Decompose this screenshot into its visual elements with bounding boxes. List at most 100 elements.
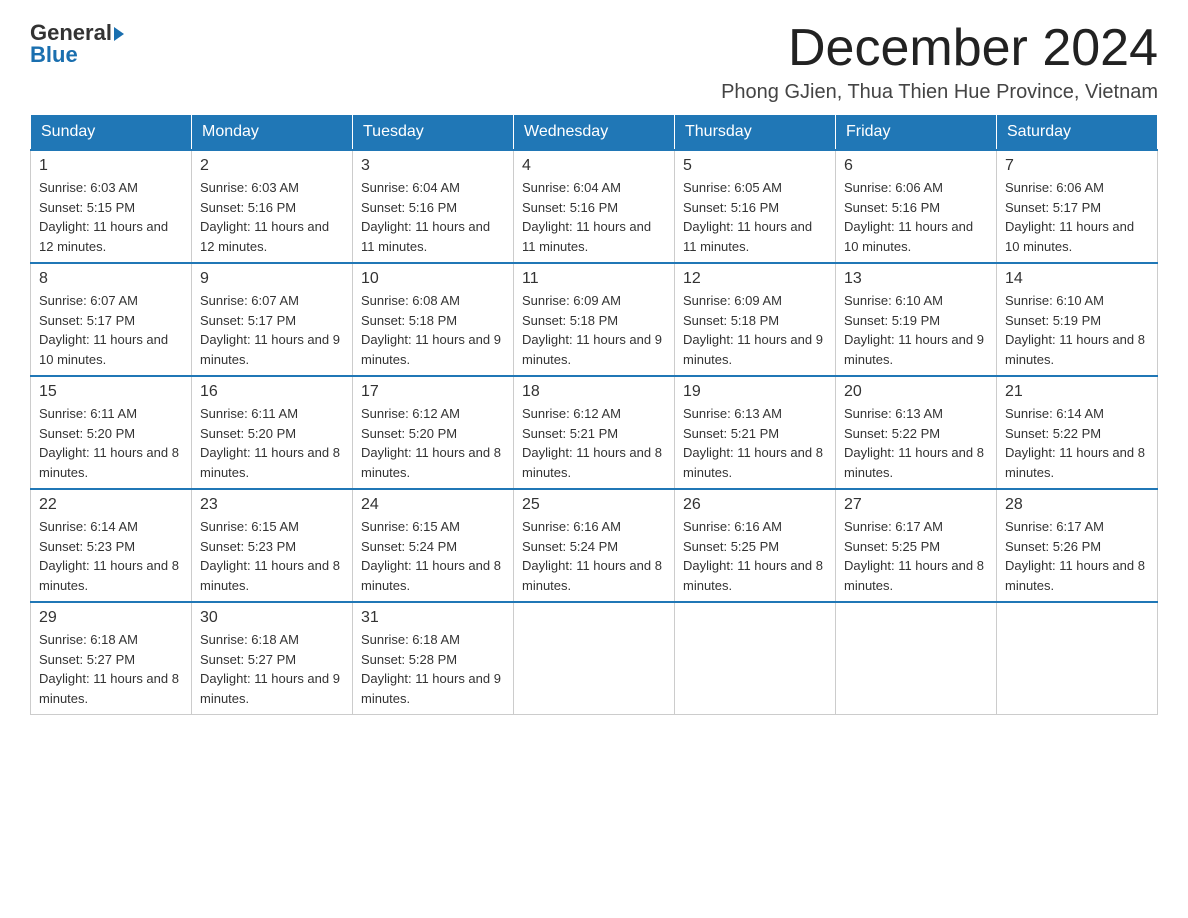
sunrise-text: Sunrise: 6:18 AM [361,632,460,647]
day-number: 24 [361,496,505,514]
sunrise-text: Sunrise: 6:06 AM [844,180,943,195]
day-number: 26 [683,496,827,514]
sunrise-text: Sunrise: 6:03 AM [200,180,299,195]
sunset-text: Sunset: 5:18 PM [361,313,457,328]
sunrise-text: Sunrise: 6:14 AM [1005,406,1104,421]
calendar-cell: 1 Sunrise: 6:03 AM Sunset: 5:15 PM Dayli… [31,150,192,263]
sunrise-text: Sunrise: 6:17 AM [1005,519,1104,534]
day-info: Sunrise: 6:17 AM Sunset: 5:26 PM Dayligh… [1005,517,1149,595]
day-number: 28 [1005,496,1149,514]
sunset-text: Sunset: 5:24 PM [522,539,618,554]
sunset-text: Sunset: 5:28 PM [361,652,457,667]
page-header: General Blue December 2024 Phong GJien, … [30,20,1158,104]
calendar-week-row: 8 Sunrise: 6:07 AM Sunset: 5:17 PM Dayli… [31,263,1158,376]
daylight-text: Daylight: 11 hours and 10 minutes. [844,219,973,254]
daylight-text: Daylight: 11 hours and 10 minutes. [1005,219,1134,254]
calendar-cell: 4 Sunrise: 6:04 AM Sunset: 5:16 PM Dayli… [514,150,675,263]
day-info: Sunrise: 6:04 AM Sunset: 5:16 PM Dayligh… [522,178,666,256]
day-number: 31 [361,609,505,627]
calendar-cell: 14 Sunrise: 6:10 AM Sunset: 5:19 PM Dayl… [997,263,1158,376]
daylight-text: Daylight: 11 hours and 9 minutes. [683,332,823,367]
day-info: Sunrise: 6:15 AM Sunset: 5:24 PM Dayligh… [361,517,505,595]
calendar-cell: 8 Sunrise: 6:07 AM Sunset: 5:17 PM Dayli… [31,263,192,376]
daylight-text: Daylight: 11 hours and 9 minutes. [522,332,662,367]
calendar-table: SundayMondayTuesdayWednesdayThursdayFrid… [30,114,1158,715]
day-number: 3 [361,157,505,175]
sunset-text: Sunset: 5:25 PM [683,539,779,554]
sunset-text: Sunset: 5:20 PM [39,426,135,441]
day-info: Sunrise: 6:08 AM Sunset: 5:18 PM Dayligh… [361,291,505,369]
daylight-text: Daylight: 11 hours and 12 minutes. [200,219,329,254]
sunset-text: Sunset: 5:16 PM [844,200,940,215]
location-text: Phong GJien, Thua Thien Hue Province, Vi… [721,81,1158,104]
daylight-text: Daylight: 11 hours and 9 minutes. [361,671,501,706]
calendar-cell: 24 Sunrise: 6:15 AM Sunset: 5:24 PM Dayl… [353,489,514,602]
calendar-cell: 18 Sunrise: 6:12 AM Sunset: 5:21 PM Dayl… [514,376,675,489]
sunrise-text: Sunrise: 6:12 AM [522,406,621,421]
sunset-text: Sunset: 5:17 PM [200,313,296,328]
day-number: 21 [1005,383,1149,401]
day-number: 4 [522,157,666,175]
calendar-cell [836,602,997,715]
day-info: Sunrise: 6:18 AM Sunset: 5:28 PM Dayligh… [361,630,505,708]
sunset-text: Sunset: 5:27 PM [200,652,296,667]
sunset-text: Sunset: 5:19 PM [844,313,940,328]
day-number: 30 [200,609,344,627]
sunset-text: Sunset: 5:23 PM [39,539,135,554]
day-number: 18 [522,383,666,401]
sunrise-text: Sunrise: 6:09 AM [522,293,621,308]
sunrise-text: Sunrise: 6:16 AM [522,519,621,534]
day-number: 17 [361,383,505,401]
day-info: Sunrise: 6:16 AM Sunset: 5:24 PM Dayligh… [522,517,666,595]
daylight-text: Daylight: 11 hours and 8 minutes. [522,445,662,480]
logo-arrow-icon [114,27,124,41]
daylight-text: Daylight: 11 hours and 11 minutes. [361,219,490,254]
sunset-text: Sunset: 5:25 PM [844,539,940,554]
daylight-text: Daylight: 11 hours and 8 minutes. [683,445,823,480]
calendar-cell: 25 Sunrise: 6:16 AM Sunset: 5:24 PM Dayl… [514,489,675,602]
daylight-text: Daylight: 11 hours and 10 minutes. [39,332,168,367]
sunset-text: Sunset: 5:20 PM [200,426,296,441]
day-info: Sunrise: 6:06 AM Sunset: 5:17 PM Dayligh… [1005,178,1149,256]
daylight-text: Daylight: 11 hours and 8 minutes. [361,445,501,480]
calendar-cell: 5 Sunrise: 6:05 AM Sunset: 5:16 PM Dayli… [675,150,836,263]
day-info: Sunrise: 6:03 AM Sunset: 5:15 PM Dayligh… [39,178,183,256]
daylight-text: Daylight: 11 hours and 11 minutes. [522,219,651,254]
sunrise-text: Sunrise: 6:15 AM [200,519,299,534]
sunrise-text: Sunrise: 6:15 AM [361,519,460,534]
calendar-cell: 10 Sunrise: 6:08 AM Sunset: 5:18 PM Dayl… [353,263,514,376]
day-info: Sunrise: 6:13 AM Sunset: 5:22 PM Dayligh… [844,404,988,482]
daylight-text: Daylight: 11 hours and 8 minutes. [1005,445,1145,480]
sunset-text: Sunset: 5:16 PM [683,200,779,215]
calendar-cell: 29 Sunrise: 6:18 AM Sunset: 5:27 PM Dayl… [31,602,192,715]
day-number: 20 [844,383,988,401]
day-info: Sunrise: 6:03 AM Sunset: 5:16 PM Dayligh… [200,178,344,256]
daylight-text: Daylight: 11 hours and 11 minutes. [683,219,812,254]
calendar-cell: 20 Sunrise: 6:13 AM Sunset: 5:22 PM Dayl… [836,376,997,489]
day-info: Sunrise: 6:06 AM Sunset: 5:16 PM Dayligh… [844,178,988,256]
sunset-text: Sunset: 5:27 PM [39,652,135,667]
day-info: Sunrise: 6:17 AM Sunset: 5:25 PM Dayligh… [844,517,988,595]
day-info: Sunrise: 6:12 AM Sunset: 5:21 PM Dayligh… [522,404,666,482]
day-number: 5 [683,157,827,175]
sunrise-text: Sunrise: 6:10 AM [1005,293,1104,308]
sunrise-text: Sunrise: 6:04 AM [361,180,460,195]
daylight-text: Daylight: 11 hours and 8 minutes. [200,445,340,480]
sunrise-text: Sunrise: 6:17 AM [844,519,943,534]
day-info: Sunrise: 6:11 AM Sunset: 5:20 PM Dayligh… [200,404,344,482]
calendar-cell: 27 Sunrise: 6:17 AM Sunset: 5:25 PM Dayl… [836,489,997,602]
day-number: 8 [39,270,183,288]
sunset-text: Sunset: 5:17 PM [1005,200,1101,215]
day-number: 10 [361,270,505,288]
logo-blue-text: Blue [30,42,78,68]
daylight-text: Daylight: 11 hours and 9 minutes. [200,332,340,367]
column-header-sunday: Sunday [31,115,192,151]
sunrise-text: Sunrise: 6:03 AM [39,180,138,195]
calendar-cell: 16 Sunrise: 6:11 AM Sunset: 5:20 PM Dayl… [192,376,353,489]
sunrise-text: Sunrise: 6:07 AM [39,293,138,308]
day-number: 11 [522,270,666,288]
day-info: Sunrise: 6:09 AM Sunset: 5:18 PM Dayligh… [683,291,827,369]
daylight-text: Daylight: 11 hours and 12 minutes. [39,219,168,254]
column-header-friday: Friday [836,115,997,151]
sunrise-text: Sunrise: 6:06 AM [1005,180,1104,195]
